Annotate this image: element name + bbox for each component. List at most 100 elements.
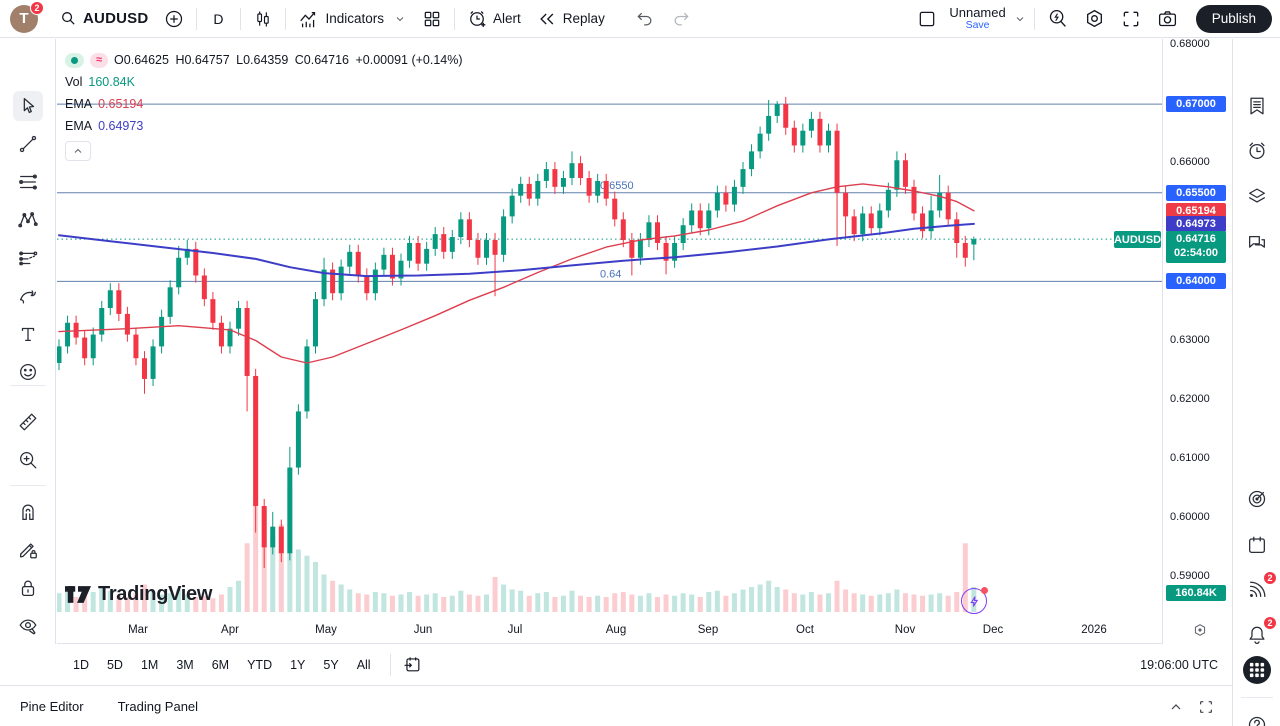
range-1m-button[interactable]: 1M	[132, 654, 167, 676]
event-new-dot	[981, 587, 988, 594]
brush-icon	[17, 285, 39, 307]
range-ytd-button[interactable]: YTD	[238, 654, 281, 676]
tool-forecast-icon[interactable]	[13, 243, 43, 273]
quick-search-button[interactable]	[1039, 0, 1076, 38]
layout-board-button[interactable]	[909, 0, 945, 38]
chart-legend: ≈ O0.64625 H0.64757 L0.64359 C0.64716 +0…	[65, 49, 466, 161]
alert-label: Alert	[493, 11, 521, 26]
save-label[interactable]: Save	[966, 19, 990, 32]
indicators-button[interactable]: Indicators	[290, 0, 393, 38]
tool-brush-icon[interactable]	[13, 281, 43, 311]
sidebar-apps-grid-icon[interactable]	[1243, 656, 1271, 684]
layout-dropdown[interactable]	[1010, 0, 1030, 38]
tool-text-tool-icon[interactable]	[13, 319, 43, 349]
ema1-label: EMA	[65, 97, 93, 111]
ema2-label: EMA	[65, 119, 93, 133]
range-5d-button[interactable]: 5D	[98, 654, 132, 676]
range-5y-button[interactable]: 5Y	[314, 654, 347, 676]
range-1y-button[interactable]: 1Y	[281, 654, 314, 676]
tool-cursor-icon[interactable]	[13, 91, 43, 121]
panel-collapse-chevron-icon[interactable]	[1168, 699, 1184, 715]
tool-magnet-icon[interactable]	[13, 497, 43, 527]
time-label-May: May	[315, 624, 337, 636]
chart-style-button[interactable]	[245, 0, 281, 38]
low-value: L0.64359	[236, 53, 289, 67]
replay-label: Replay	[562, 11, 605, 26]
sidebar-watchlist-icon[interactable]	[1243, 92, 1271, 120]
range-1d-button[interactable]: 1D	[64, 654, 98, 676]
price-tick-label: 0.60000	[1170, 510, 1210, 523]
redo-button[interactable]	[663, 0, 699, 38]
range-all-button[interactable]: All	[348, 654, 380, 676]
tool-zoom-in-icon[interactable]	[13, 445, 43, 475]
toolbar-separator	[239, 7, 241, 30]
tool-emoji-icon[interactable]	[13, 357, 43, 387]
sidebar-screener-radar-icon[interactable]	[1243, 485, 1271, 513]
clock-utc[interactable]: 19:06:00 UTC	[1140, 658, 1232, 672]
user-avatar[interactable]: T 2	[10, 0, 44, 33]
layout-name-save[interactable]: Unnamed Save	[945, 5, 1009, 32]
close-value: C0.64716	[294, 53, 349, 67]
panel-maximize-icon[interactable]	[1198, 699, 1214, 715]
help-icon	[1246, 714, 1268, 726]
replay-button[interactable]: Replay	[529, 0, 613, 38]
sidebar-object-tree-icon[interactable]	[1243, 182, 1271, 210]
avatar-notification-badge: 2	[30, 0, 44, 15]
volume-axis-badge: 160.84K	[1166, 584, 1226, 601]
tool-drawing-lock-icon[interactable]	[13, 535, 43, 565]
sidebar-alerts-clock-icon[interactable]	[1243, 137, 1271, 165]
layout-square-icon	[917, 9, 937, 29]
sidebar-calendar-icon[interactable]	[1243, 531, 1271, 559]
time-axis[interactable]: Mar Apr May Jun Jul Aug Sep Oct Nov Dec 2026	[57, 618, 1162, 644]
legend-ema2-row[interactable]: EMA 0.64973	[65, 115, 466, 137]
chart-pane[interactable]: 0.6550 0.64 ≈ O0.64625 H0.64757 L0.64359 …	[57, 39, 1162, 617]
legend-collapse-button[interactable]	[65, 141, 91, 161]
tool-lock-icon[interactable]	[13, 573, 43, 603]
sidebar-chat-icon[interactable]	[1243, 229, 1271, 257]
compare-add-symbol-button[interactable]	[156, 0, 192, 38]
tool-hide-drawings-icon[interactable]	[13, 611, 43, 641]
tool-xabcd-pattern-icon[interactable]	[13, 205, 43, 235]
alert-clock-plus-icon	[467, 9, 487, 29]
tool-fib-lines-icon[interactable]	[13, 167, 43, 197]
top-toolbar: T 2 AUDUSD D Indicators Alert Replay Unn…	[0, 0, 1280, 38]
ema2-value: 0.64973	[98, 119, 144, 133]
layout-grid-button[interactable]	[414, 0, 450, 38]
chat-icon	[1246, 232, 1268, 254]
sidebar-notifications-bell-icon[interactable]: 2	[1243, 616, 1277, 649]
interval-button[interactable]: D	[201, 0, 235, 38]
fullscreen-icon	[1121, 9, 1141, 29]
legend-main-row[interactable]: ≈ O0.64625 H0.64757 L0.64359 C0.64716 +0…	[65, 49, 466, 71]
time-label-Dec: Dec	[982, 624, 1004, 636]
tab-trading-panel[interactable]: Trading Panel	[118, 699, 198, 714]
bottom-toolbar: 1D 5D 1M 3M 6M YTD 1Y 5Y All 19:06:00 UTC	[0, 644, 1232, 686]
alert-button[interactable]: Alert	[459, 0, 529, 38]
range-3m-button[interactable]: 3M	[167, 654, 202, 676]
sidebar-help-icon[interactable]	[1243, 711, 1271, 726]
svg-text:0.64: 0.64	[600, 268, 621, 280]
price-tick-label: 0.59000	[1170, 569, 1210, 582]
indicators-templates-dropdown[interactable]	[392, 0, 414, 38]
sidebar-streams-icon[interactable]: 2	[1243, 571, 1277, 604]
indicators-icon	[298, 8, 320, 30]
symbol-search-button[interactable]: AUDUSD	[52, 0, 156, 38]
calendar-icon	[1246, 534, 1268, 556]
axis-settings-icon[interactable]	[1192, 622, 1210, 640]
chart-event-lightning-icon[interactable]	[961, 587, 988, 614]
legend-volume-row[interactable]: Vol 160.84K	[65, 71, 466, 93]
chevron-down-icon	[1014, 13, 1026, 25]
publish-button[interactable]: Publish	[1195, 4, 1272, 33]
fullscreen-button[interactable]	[1113, 0, 1149, 38]
range-6m-button[interactable]: 6M	[203, 654, 238, 676]
price-axis[interactable]: 0.68000 0.66000 0.63000 0.62000 0.61000 0.600…	[1162, 38, 1232, 644]
tool-ruler-icon[interactable]	[13, 407, 43, 437]
tradingview-watermark: TradingView	[65, 583, 212, 606]
snapshot-camera-button[interactable]	[1149, 0, 1186, 38]
legend-ema1-row[interactable]: EMA 0.65194	[65, 93, 466, 115]
chart-settings-button[interactable]	[1076, 0, 1113, 38]
range-buttons: 1D 5D 1M 3M 6M YTD 1Y 5Y All	[64, 654, 380, 676]
tool-trend-line-icon[interactable]	[13, 129, 43, 159]
goto-date-button[interactable]	[389, 653, 422, 676]
undo-button[interactable]	[627, 0, 663, 38]
tab-pine-editor[interactable]: Pine Editor	[20, 699, 84, 714]
